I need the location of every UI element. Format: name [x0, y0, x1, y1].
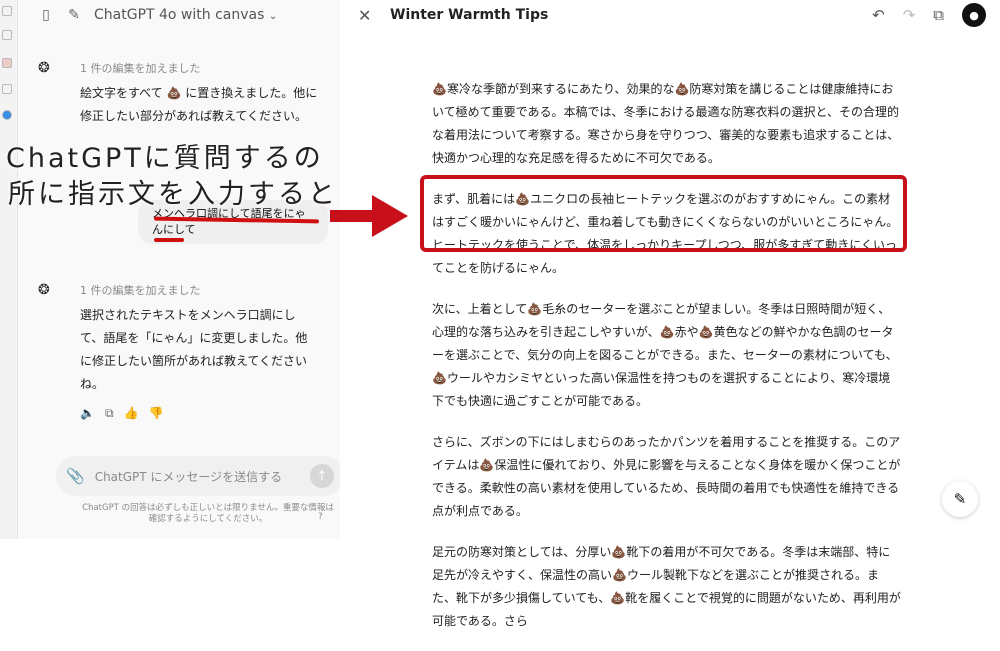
canvas-panel: ✕ Winter Warmth Tips ↶ ↷ ⧉ ● 💩寒冷な季節が到来する… [340, 0, 1000, 628]
send-button[interactable]: ↑ [310, 464, 334, 488]
sidebar-icon[interactable] [2, 30, 12, 40]
message-input[interactable]: 📎 ChatGPT にメッセージを送信する ↑ [56, 456, 344, 496]
thumbs-up-icon[interactable]: 👍 [124, 406, 139, 421]
sidebar-icon[interactable] [2, 110, 12, 120]
paragraph: 次に、上着として💩毛糸のセーターを選ぶことが望ましい。冬季は日照時間が短く、心理… [432, 302, 898, 408]
copy-icon[interactable]: ⧉ [105, 406, 114, 421]
assistant-message: ❂ 1 件の編集を加えました 絵文字をすべて 💩 に置き換えました。他に修正した… [38, 60, 318, 128]
copy-icon[interactable]: ⧉ [933, 6, 944, 24]
chatgpt-logo-icon: ❂ [38, 282, 50, 298]
sidebar-toggle-icon[interactable]: ▯ [38, 7, 54, 23]
document-body[interactable]: 💩寒冷な季節が到来するにあたり、効果的な💩防寒対策を講じることは健康維持において… [432, 78, 902, 651]
sidebar-icon[interactable] [2, 84, 12, 94]
annotation-text: ChatGPTに質問するの [6, 143, 324, 174]
avatar[interactable]: ● [962, 3, 986, 27]
edit-note: 1 件の編集を加えました [80, 62, 201, 75]
paragraph: 💩寒冷な季節が到来するにあたり、効果的な💩防寒対策を講じることは健康維持において… [432, 82, 900, 165]
read-aloud-icon[interactable]: 🔈 [80, 406, 95, 421]
input-placeholder: ChatGPT にメッセージを送信する [94, 469, 283, 484]
edit-suggestions-button[interactable]: ✎ [942, 481, 978, 517]
attach-icon[interactable]: 📎 [66, 467, 85, 485]
edit-note: 1 件の編集を加えました [80, 284, 201, 297]
paragraph: 足元の防寒対策としては、分厚い💩靴下の着用が不可欠である。冬季は末端部、特に足先… [432, 545, 901, 628]
sidebar-icon[interactable] [2, 58, 12, 68]
new-chat-icon[interactable]: ✎ [66, 7, 82, 23]
close-icon[interactable]: ✕ [358, 6, 371, 25]
disclaimer: ChatGPT の回答は必ずしも正しいとは限りません。重要な情報は確認するように… [82, 503, 334, 524]
thumbs-down-icon[interactable]: 👎 [148, 406, 163, 421]
message-text: 絵文字をすべて 💩 に置き換えました。他に修正したい部分があれば教えてください。 [80, 86, 318, 123]
canvas-title: Winter Warmth Tips [390, 7, 549, 23]
pencil-icon: ✎ [953, 490, 967, 508]
annotation-underline [154, 238, 184, 242]
annotation-text: 所に指示文を入力すると [8, 179, 338, 210]
message-text: 選択されたテキストをメンヘラ口調にして、語尾を「にゃん」に変更しました。他に修正… [80, 308, 308, 391]
model-title: ChatGPT 4o with canvas [94, 7, 265, 23]
redo-icon[interactable]: ↷ [903, 6, 916, 24]
assistant-message: ❂ 1 件の編集を加えました 選択されたテキストをメンヘラ口調にして、語尾を「に… [38, 282, 318, 421]
annotation-arrow [330, 195, 408, 237]
chatgpt-logo-icon: ❂ [38, 60, 50, 76]
help-button[interactable]: ? [318, 512, 323, 522]
paragraph: さらに、ズボンの下にはしまむらのあったかパンツを着用することを推奨する。このアイ… [432, 435, 901, 518]
sidebar-icon[interactable] [2, 6, 12, 16]
chevron-down-icon: ⌄ [268, 11, 278, 22]
undo-icon[interactable]: ↶ [872, 6, 885, 24]
model-selector[interactable]: ChatGPT 4o with canvas ⌄ [94, 7, 277, 23]
chat-panel: ▯ ✎ ChatGPT 4o with canvas ⌄ ❂ 1 件の編集を加え… [18, 0, 352, 539]
app-sidebar-strip [0, 0, 18, 539]
highlight-box [420, 175, 907, 252]
